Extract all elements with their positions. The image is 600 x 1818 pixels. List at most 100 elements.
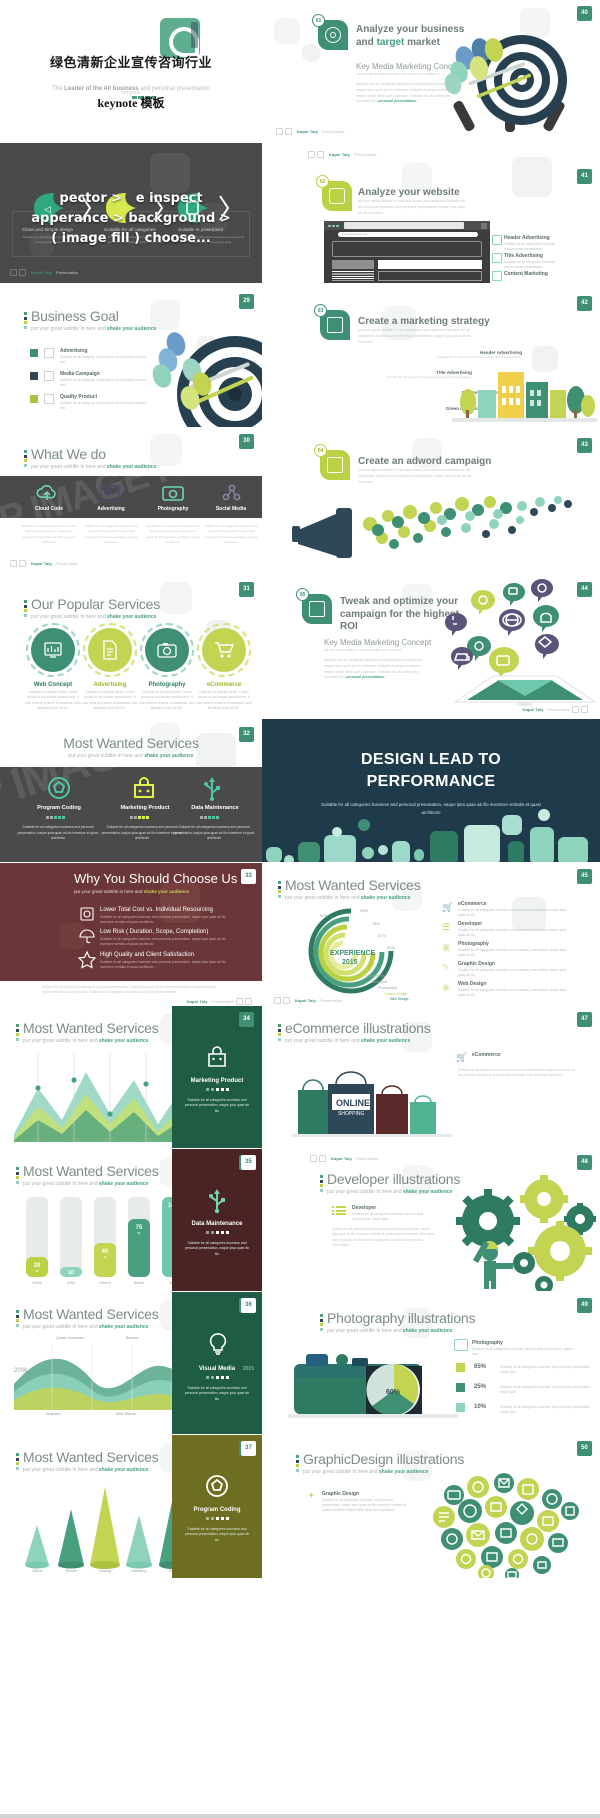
slide-what-we-do[interactable]: 30 What We do put your great subtitle in… (0, 428, 262, 573)
brush-icon: ✎ (442, 962, 450, 972)
svg-text:Desing: Desing (99, 1568, 111, 1573)
developer-body: Suitable for all categories business and… (332, 1227, 434, 1248)
address-bar[interactable]: http://www.mysite.com (338, 232, 478, 237)
browser-chrome (324, 221, 490, 230)
footer-next-icon[interactable] (317, 151, 324, 158)
page-number: 37 (241, 1441, 256, 1456)
browser-menu-icon[interactable] (481, 222, 487, 229)
subtitle-b: shake your audience (143, 889, 190, 894)
footer-title: Kapol Taly (331, 1156, 352, 1161)
panel-marketing-product[interactable]: Marketing Product Suitable for all categ… (172, 1006, 262, 1148)
slide-adword-campaign[interactable]: 43 04 Create an adword campaign put your… (262, 428, 600, 573)
footer-next-icon[interactable] (19, 560, 26, 567)
section-subheading: put your great subtitle in here and shak… (324, 648, 402, 652)
column-label: Social Media (215, 506, 247, 512)
slide-business-goal[interactable]: 29 Business Goal put your great subtitle… (0, 286, 262, 427)
page-number: 34 (239, 1012, 254, 1027)
column-desc: Suitable for all categories business and… (146, 524, 200, 544)
footer-title: Kapol Taly (295, 998, 316, 1003)
slide-tweak-optimize[interactable]: 44 05 Tweak and optimize your campaign f… (262, 574, 600, 718)
page-number: 36 (241, 1298, 256, 1313)
service-circle-photography[interactable] (140, 623, 194, 677)
slide-inspector-instructions[interactable]: Clean and Simple design Suitable for all… (0, 143, 262, 283)
footer-title: Kapol Taly (329, 152, 350, 157)
label-desc: Suitable for all categories business and… (386, 375, 472, 379)
why-row-high-quality: High Quality and Client Satisfaction Sui… (77, 950, 226, 971)
page-number: 33 (241, 869, 256, 884)
item-label: Web Design (458, 981, 487, 987)
slide-why-choose-us[interactable]: 33 Why You Should Choose Us put your gre… (0, 863, 262, 1005)
slide-graphicdesign-illustrations[interactable]: 50 GraphicDesign illustrations put your … (262, 1435, 600, 1578)
slide-popular-services[interactable]: 31 Our Popular Services put your great s… (0, 574, 262, 718)
decor-square (414, 849, 424, 861)
stat-desc: Suitable for all categories business and… (500, 1365, 591, 1375)
footer-next-icon[interactable] (245, 998, 252, 1005)
footer-prev-icon[interactable] (274, 997, 281, 1004)
slide-cover[interactable]: 绿色清新企业宣传咨询行业 The Leader of the All busin… (0, 0, 262, 140)
footer-title: Kapol Taly (31, 270, 52, 275)
slide-marketing-strategy[interactable]: 42 03 Create a marketing strategy put yo… (262, 286, 600, 427)
footer-next-icon[interactable] (19, 269, 26, 276)
panel-visual-media[interactable]: 36 Visual Media 2015 Suitable for all ca… (172, 1292, 262, 1434)
bg-decor (302, 44, 320, 62)
slide-ecommerce-illustrations[interactable]: 47 eCommerce illustrations put your grea… (262, 1006, 600, 1148)
footer-prev-icon[interactable] (10, 560, 17, 567)
panel-desc: Suitable for all categories business and… (184, 1241, 250, 1256)
footer-prev-icon[interactable] (10, 269, 17, 276)
slide-footer: Kapol Taly Presentation (274, 997, 342, 1004)
logo-accent (191, 22, 198, 48)
item-label: Graphic Design (322, 1491, 359, 1497)
footer-next-icon[interactable] (285, 128, 292, 135)
slide-most-wanted-radial[interactable]: 45 Most Wanted Services put your great s… (262, 863, 600, 1005)
subtitle-a: put your great subtitle in here and (23, 1038, 99, 1044)
svg-text:%: % (138, 1231, 141, 1235)
slide-developer-illustrations[interactable]: 48 Kapol Taly Presentation Developer ill… (262, 1149, 600, 1291)
page-number: 31 (239, 582, 254, 597)
hand-icon (327, 457, 343, 473)
footer-prev-icon[interactable] (236, 998, 243, 1005)
stat-pct: 10% (474, 1404, 487, 1410)
panel-data-maintenance[interactable]: 35 Data Maintenance Suitable for all cat… (172, 1149, 262, 1291)
slide-photography-illustrations[interactable]: 49 Photography illustrations put your gr… (262, 1292, 600, 1434)
umbrella-icon (79, 929, 95, 944)
tick-marker-icon (16, 1163, 19, 1187)
dots-indicator (200, 816, 219, 819)
svg-text:Graphic Design: Graphic Design (384, 992, 407, 996)
overlay-line-2: apperance > background > (31, 211, 231, 226)
usb-icon (209, 1189, 225, 1214)
subtitle-b: shake your audience (402, 1189, 453, 1195)
decor-square (358, 819, 370, 831)
service-circle-ecommerce[interactable] (197, 623, 251, 677)
footer-next-icon[interactable] (581, 706, 588, 713)
slide-design-lead[interactable]: DESIGN LEAD TO PERFORMANCE Suitable for … (262, 719, 600, 862)
svg-text:EXPERIENCE: EXPERIENCE (330, 950, 375, 957)
footer-prev-icon[interactable] (308, 151, 315, 158)
footer-prev-icon[interactable] (572, 706, 579, 713)
decor-square (266, 847, 282, 862)
soccer-ball-icon (48, 777, 70, 799)
money-box-icon (80, 907, 94, 921)
service-circle-web-concept[interactable] (26, 623, 80, 677)
subtitle-a: put your great subtitle in here and (23, 1467, 99, 1473)
slide-most-wanted-dark[interactable]: 32 Most Wanted Services put your great s… (0, 719, 262, 862)
browser-tab[interactable] (344, 222, 464, 229)
decor-square (298, 842, 320, 862)
page-number: 35 (241, 1155, 256, 1170)
slide-title: Most Wanted Services (23, 1449, 159, 1465)
slide-analyze-business[interactable]: 40 01 Analyze your business and target m… (262, 0, 600, 140)
footer-prev-icon[interactable] (310, 1155, 317, 1162)
slide-analyze-website[interactable]: 41 Kapol Taly Presentation 02 Analyze yo… (262, 143, 600, 283)
subtitle-b: shake your audience (106, 614, 157, 620)
slide-title-block: Our Popular Services put your great subt… (24, 596, 160, 620)
footer-sub: Presentation (319, 998, 343, 1003)
step-number: 01 (312, 14, 325, 27)
footer-prev-icon[interactable] (276, 128, 283, 135)
panel-program-coding[interactable]: 37 Program Coding Suitable for all categ… (172, 1435, 262, 1578)
subtitle-b: shake your audience (144, 753, 194, 759)
footer-next-icon[interactable] (319, 1155, 326, 1162)
slide-title: Most Wanted Services (23, 1020, 159, 1036)
developer-item: Developer Suitable for all categories bu… (332, 1205, 424, 1222)
service-circle-advertising[interactable] (83, 623, 137, 677)
svg-text:Office: Office (33, 1137, 44, 1142)
footer-next-icon[interactable] (283, 997, 290, 1004)
